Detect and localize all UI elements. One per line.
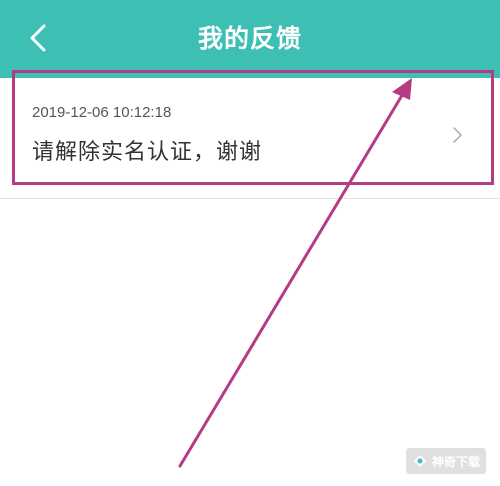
page-title: 我的反馈 (197, 24, 302, 53)
watermark-text: 神奇下载 (431, 454, 480, 469)
watermark: 神奇下载 (405, 448, 486, 474)
list-item[interactable]: 2019-12-06 10:12:18 请解除实名认证，谢谢 (0, 78, 500, 199)
logo-icon (413, 455, 426, 467)
feedback-content: 请解除实名认证，谢谢 (32, 140, 263, 165)
feedback-time: 2019-12-06 10:12:18 (32, 104, 172, 121)
chevron-right-icon (453, 127, 462, 143)
back-button[interactable] (22, 18, 58, 58)
app-bar: 我的反馈 (0, 0, 500, 78)
chevron-left-icon (30, 24, 46, 52)
